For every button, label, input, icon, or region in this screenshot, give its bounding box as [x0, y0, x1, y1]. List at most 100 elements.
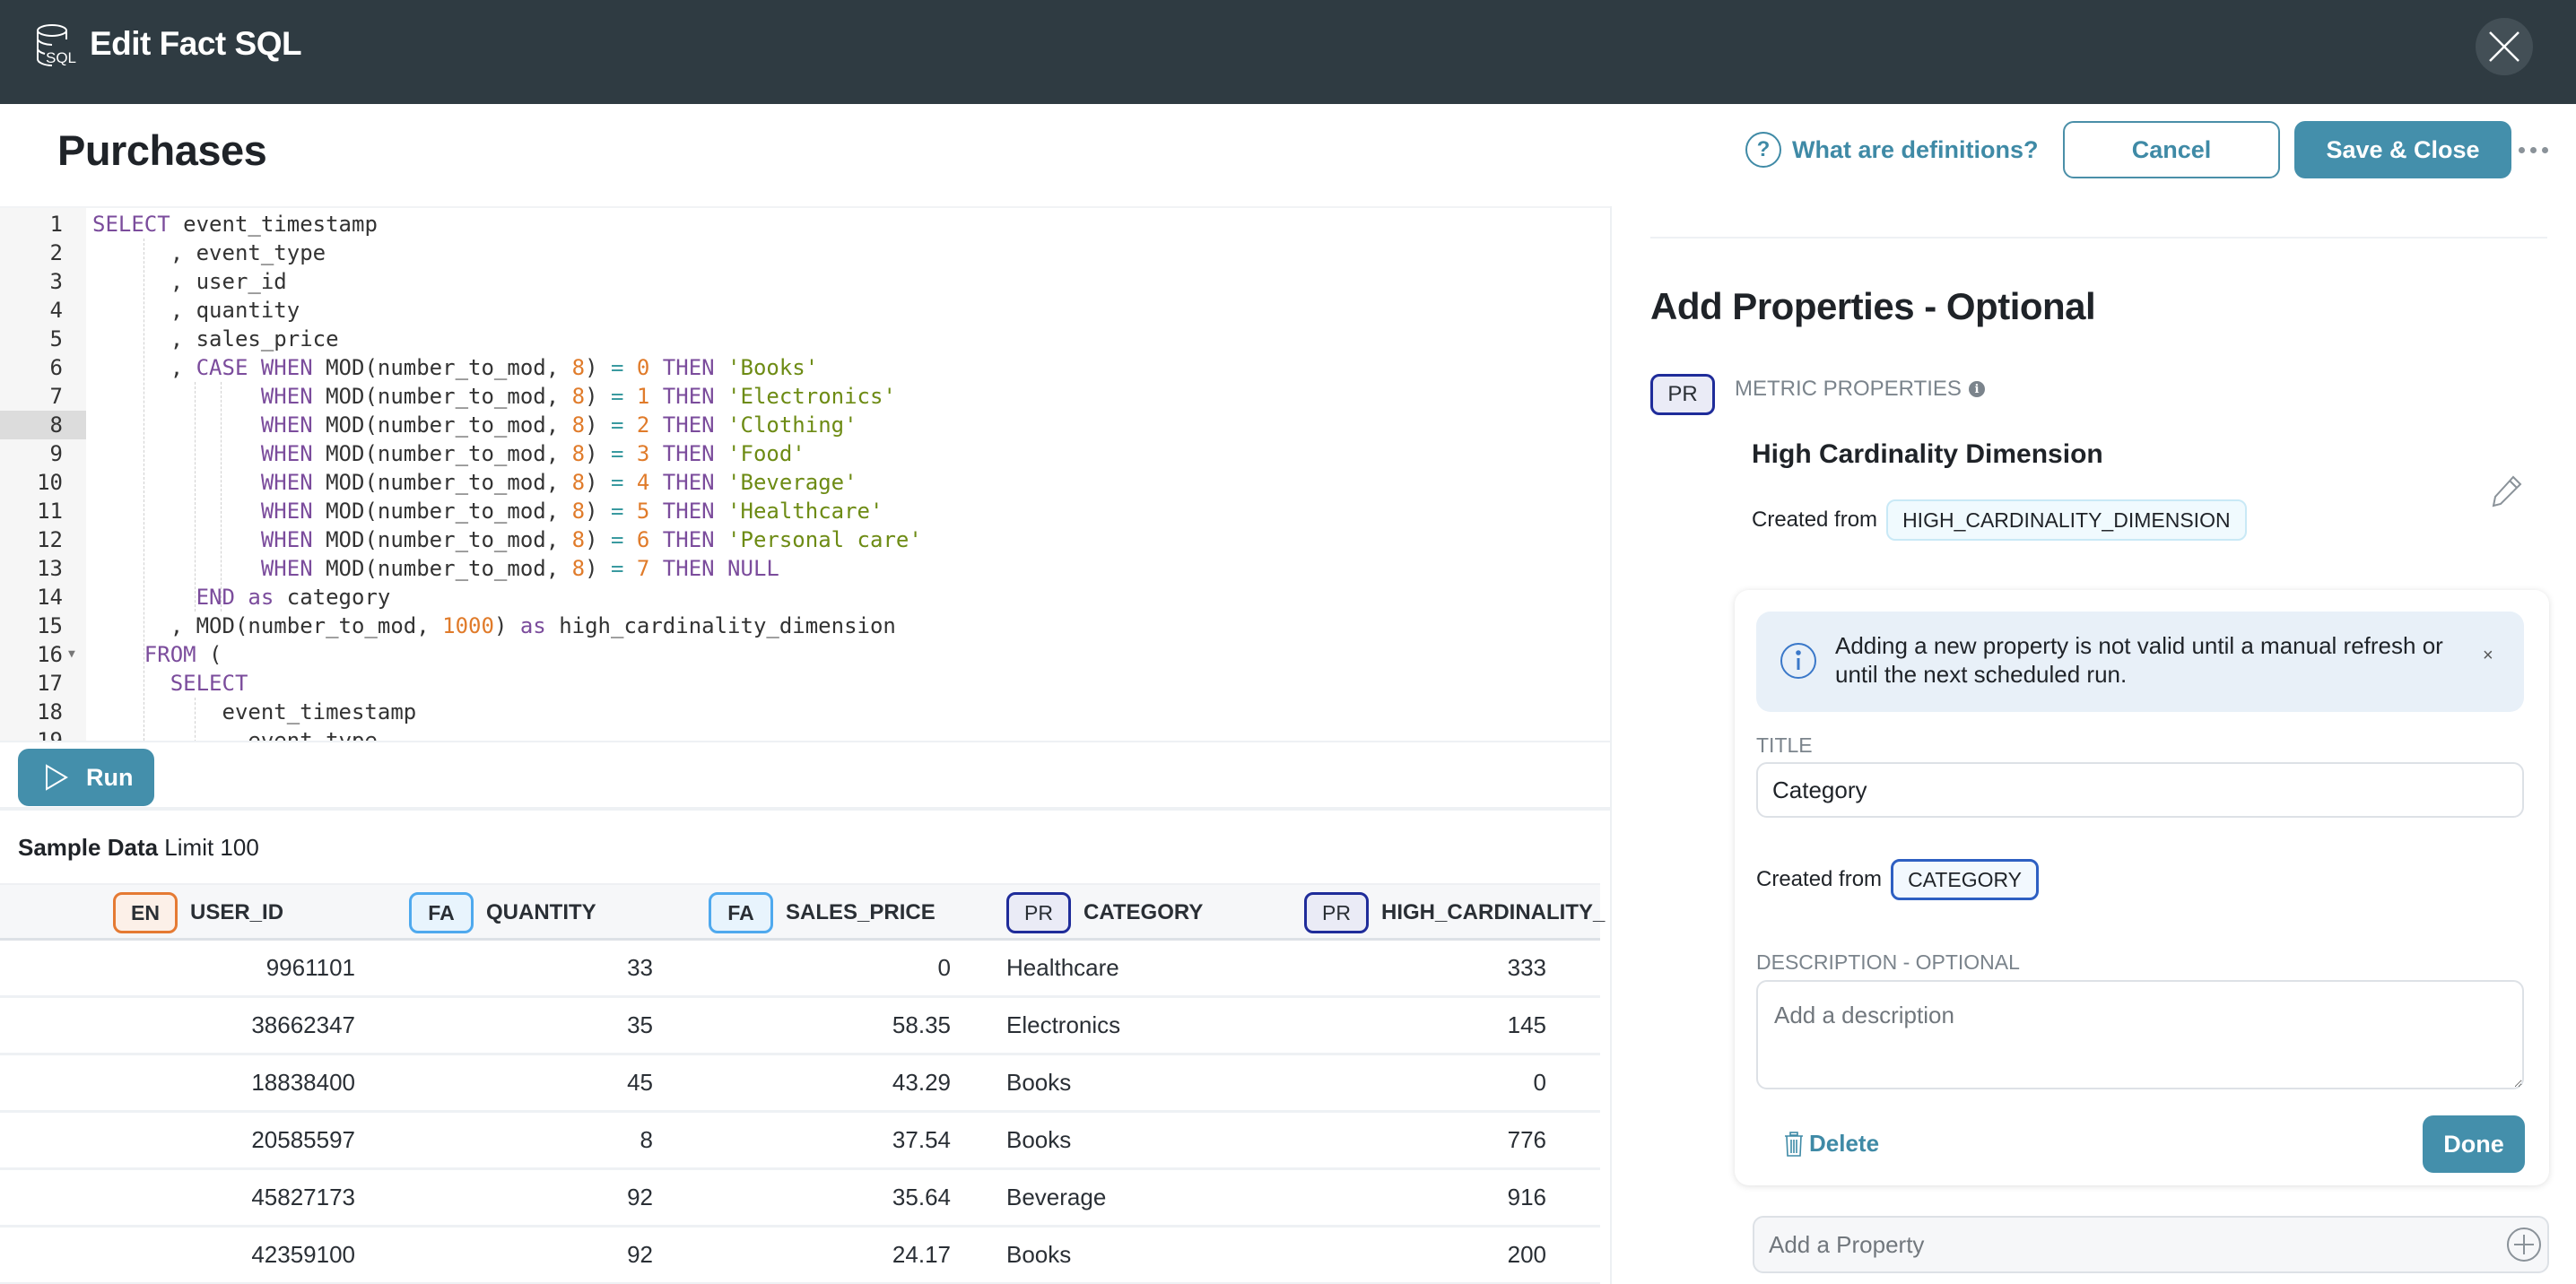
info-circle-icon	[1780, 643, 1816, 679]
pencil-icon[interactable]	[2488, 473, 2524, 509]
title-input[interactable]	[1756, 762, 2524, 818]
code-line[interactable]: 16 ▼ FROM (	[0, 640, 1610, 669]
database-sql-icon: SQL	[37, 24, 76, 66]
column-header[interactable]: FA QUANTITY	[409, 885, 596, 941]
run-button[interactable]: Run	[18, 749, 154, 806]
line-number: 7	[49, 384, 63, 409]
table-cell: 200	[1507, 1241, 1546, 1268]
more-options-icon[interactable]	[2519, 136, 2554, 163]
new-created-from: Created from CATEGORY	[1756, 859, 2040, 900]
code-line[interactable]: 12 WHEN MOD(number_to_mod, 8) = 6 THEN '…	[0, 525, 1610, 554]
column-header[interactable]: FA SALES_PRICE	[709, 885, 936, 941]
code-text: FROM (	[144, 642, 222, 667]
column-header[interactable]: PR HIGH_CARDINALITY_	[1304, 885, 1605, 941]
run-label: Run	[86, 763, 134, 791]
properties-title: Add Properties - Optional	[1650, 285, 2096, 327]
table-row: 45827173 92 35.64 Beverage 916	[0, 1170, 1600, 1228]
table-cell: 92	[627, 1241, 653, 1268]
sample-data-title: Sample Data Limit 100	[18, 834, 259, 862]
code-lines[interactable]: 1 SELECT event_timestamp 2 , event_type 3 ,…	[0, 210, 1610, 741]
column-header[interactable]: EN USER_ID	[113, 885, 283, 941]
table-header: EN USER_ID FA QUANTITY FA SALES_PRICE PR CATEGO…	[0, 883, 1605, 941]
table-cell: Books	[1006, 1241, 1072, 1268]
indent-guide	[195, 698, 196, 741]
code-text: , sales_price	[92, 326, 339, 351]
table-cell: 38662347	[251, 1011, 355, 1038]
modal-title: Edit Fact SQL	[90, 25, 302, 62]
line-number: 3	[49, 269, 63, 294]
add-property-input[interactable]: Add a Property	[1753, 1216, 2549, 1273]
table-cell: 9961101	[265, 954, 355, 981]
code-line[interactable]: 18 event_timestamp	[0, 698, 1610, 726]
table-cell: 37.54	[892, 1126, 951, 1153]
indent-guide	[221, 382, 222, 612]
code-line[interactable]: 11 WHEN MOD(number_to_mod, 8) = 5 THEN '…	[0, 497, 1610, 525]
code-line[interactable]: 14 END as category	[0, 583, 1610, 612]
code-text: END as category	[196, 585, 391, 610]
section-label: METRIC PROPERTIES	[1735, 377, 1962, 401]
source-column-chip[interactable]: CATEGORY	[1891, 859, 2040, 900]
table-cell: 333	[1507, 954, 1546, 981]
play-icon	[46, 764, 68, 791]
cancel-button[interactable]: Cancel	[2063, 121, 2280, 178]
column-name: SALES_PRICE	[786, 900, 936, 924]
divider	[1650, 237, 2547, 239]
code-line[interactable]: 13 WHEN MOD(number_to_mod, 8) = 7 THEN N…	[0, 554, 1610, 583]
code-line[interactable]: 15 , MOD(number_to_mod, 1000) as high_ca…	[0, 612, 1610, 640]
info-icon[interactable]: i	[1968, 381, 1985, 397]
code-line[interactable]: 5 , sales_price	[0, 325, 1610, 353]
save-close-button[interactable]: Save & Close	[2294, 121, 2511, 178]
line-number: 18	[37, 699, 63, 724]
code-line[interactable]: 2 , event_type	[0, 239, 1610, 267]
code-line[interactable]: 19 , event_type	[0, 726, 1610, 741]
table-row: 38662347 35 58.35 Electronics 145	[0, 998, 1600, 1055]
table-cell: 58.35	[892, 1011, 951, 1038]
table-cell: 24.17	[892, 1241, 951, 1268]
source-column-chip: HIGH_CARDINALITY_DIMENSION	[1886, 499, 2247, 541]
table-body: 9961101 33 0 Healthcare 333 38662347 35 58.35 El…	[0, 941, 1600, 1284]
definitions-help-link[interactable]: ? What are definitions?	[1745, 130, 2039, 169]
code-line[interactable]: 1 SELECT event_timestamp	[0, 210, 1610, 239]
table-cell: Books	[1006, 1126, 1072, 1153]
code-line[interactable]: 4 , quantity	[0, 296, 1610, 325]
code-text: SELECT	[170, 671, 248, 696]
title-label: TITLE	[1756, 733, 1813, 757]
done-button[interactable]: Done	[2423, 1115, 2525, 1173]
add-property-placeholder: Add a Property	[1769, 1231, 1925, 1258]
column-type-badge: FA	[409, 892, 474, 933]
sql-editor[interactable]: 1 SELECT event_timestamp 2 , event_type 3 ,…	[0, 206, 1610, 741]
table-cell: 42359100	[251, 1241, 355, 1268]
fold-arrow-icon[interactable]: ▼	[68, 640, 75, 669]
column-name: HIGH_CARDINALITY_	[1381, 900, 1606, 924]
line-number: 1	[49, 212, 63, 237]
table-cell: 0	[1533, 1069, 1546, 1096]
code-text: WHEN MOD(number_to_mod, 8) = 1 THEN 'Ele…	[260, 384, 896, 409]
code-text: WHEN MOD(number_to_mod, 8) = 6 THEN 'Per…	[260, 527, 922, 552]
line-number: 16	[37, 642, 63, 667]
close-icon	[2489, 31, 2519, 62]
close-button[interactable]	[2476, 18, 2533, 75]
code-line[interactable]: 6 , CASE WHEN MOD(number_to_mod, 8) = 0 …	[0, 353, 1610, 382]
line-number: 2	[49, 240, 63, 265]
alert-close-icon[interactable]: ×	[2483, 646, 2493, 666]
plus-circle-icon[interactable]	[2506, 1227, 2542, 1262]
column-name: CATEGORY	[1083, 900, 1204, 924]
line-number: 13	[37, 556, 63, 581]
column-header[interactable]: PR CATEGORY	[1006, 885, 1203, 941]
line-number: 5	[49, 326, 63, 351]
description-textarea[interactable]	[1756, 980, 2524, 1089]
code-text: , event_type	[92, 728, 378, 741]
svg-text:SQL: SQL	[46, 49, 76, 66]
delete-button[interactable]: Delete	[1784, 1130, 1879, 1158]
table-cell: Beverage	[1006, 1184, 1107, 1210]
created-from-label: Created from	[1752, 508, 1878, 532]
code-line[interactable]: 10 WHEN MOD(number_to_mod, 8) = 4 THEN '…	[0, 468, 1610, 497]
code-line[interactable]: 3 , user_id	[0, 267, 1610, 296]
code-line[interactable]: 17 SELECT	[0, 669, 1610, 698]
column-name: QUANTITY	[486, 900, 596, 924]
code-line[interactable]: 7 WHEN MOD(number_to_mod, 8) = 1 THEN 'E…	[0, 382, 1610, 411]
code-text: event_timestamp	[92, 699, 417, 724]
code-text: SELECT event_timestamp	[92, 212, 378, 237]
code-line[interactable]: 8 WHEN MOD(number_to_mod, 8) = 2 THEN 'C…	[0, 411, 1610, 439]
code-line[interactable]: 9 WHEN MOD(number_to_mod, 8) = 3 THEN 'F…	[0, 439, 1610, 468]
